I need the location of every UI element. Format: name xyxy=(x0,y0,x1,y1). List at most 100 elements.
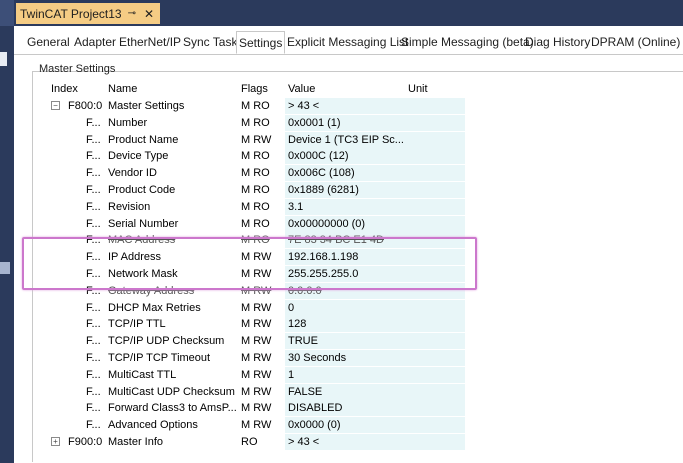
cell-flags: M RW xyxy=(241,301,272,314)
cell-value[interactable]: FALSE xyxy=(288,386,322,398)
cell-value[interactable]: 0x0001 (1) xyxy=(288,117,341,129)
cell-name: TCP/IP TTL xyxy=(108,318,166,331)
left-strip-segment xyxy=(0,0,14,26)
cell-index: F800:0 xyxy=(68,100,103,112)
collapse-icon[interactable]: − xyxy=(51,101,60,110)
table-row[interactable]: F... MultiCast UDP Checksum M RW FALSE xyxy=(48,383,648,400)
cell-flags: M RW xyxy=(241,419,272,432)
value-cell-background xyxy=(285,366,465,383)
table-row[interactable]: + F900:0 Master Info RO > 43 < xyxy=(48,434,648,450)
tab-ethernet-ip[interactable]: EtherNet/IP xyxy=(119,33,181,53)
document-tab-bar: TwinCAT Project13 ⊸ ✕ xyxy=(14,0,683,26)
cell-value[interactable]: TRUE xyxy=(288,335,318,347)
cell-name: Advanced Options xyxy=(108,419,198,432)
table-row[interactable]: F... Revision M RO 3.1 xyxy=(48,198,648,215)
cell-value[interactable]: 0x0000 (0) xyxy=(288,419,341,431)
expand-icon[interactable]: + xyxy=(51,437,60,446)
value-cell-background xyxy=(285,316,465,333)
cell-flags: M RO xyxy=(241,167,270,180)
pin-icon[interactable]: ⊸ xyxy=(128,8,136,19)
settings-content: General Adapter EtherNet/IP Sync Task Se… xyxy=(14,26,683,463)
cell-index: F... xyxy=(86,133,101,146)
cell-name: Master Info xyxy=(108,436,164,448)
cell-flags: M RO xyxy=(241,150,270,163)
cell-index: F... xyxy=(86,402,101,415)
cell-name: Master Settings xyxy=(108,100,185,112)
solution-explorer-edge xyxy=(0,0,14,463)
group-label: Master Settings xyxy=(39,63,116,75)
tab-settings[interactable]: Settings xyxy=(236,31,286,54)
cell-name: Serial Number xyxy=(108,217,179,230)
cell-value[interactable]: Device 1 (TC3 EIP Sc... xyxy=(288,134,404,146)
cell-value[interactable]: 0x1889 (6281) xyxy=(288,184,359,196)
close-icon[interactable]: ✕ xyxy=(144,7,154,21)
table-row[interactable]: F... TCP/IP TTL M RW 128 xyxy=(48,316,648,333)
cell-index: F900:0 xyxy=(68,436,103,448)
cell-value[interactable]: 0x000C (12) xyxy=(288,150,349,162)
cell-name: Vendor ID xyxy=(108,167,157,180)
cell-flags: M RW xyxy=(241,335,272,348)
cell-flags: M RO xyxy=(241,116,270,129)
tab-explicit-messaging-list[interactable]: Explicit Messaging List xyxy=(287,33,408,53)
cell-value[interactable]: 0x00000000 (0) xyxy=(288,218,365,230)
table-row[interactable]: F... TCP/IP TCP Timeout M RW 30 Seconds xyxy=(48,350,648,366)
column-header-value[interactable]: Value xyxy=(288,83,315,95)
tab-adapter[interactable]: Adapter xyxy=(74,33,116,53)
cell-value[interactable]: 0x006C (108) xyxy=(288,167,355,179)
table-row[interactable]: F... Vendor ID M RO 0x006C (108) xyxy=(48,165,648,182)
cell-value[interactable]: > 43 < xyxy=(288,436,319,448)
cell-value[interactable]: 30 Seconds xyxy=(288,352,346,364)
table-row[interactable]: F... Product Name M RW Device 1 (TC3 EIP Sc… xyxy=(48,131,648,148)
cell-flags: M RO xyxy=(241,217,270,230)
tab-dpram-online[interactable]: DPRAM (Online) xyxy=(591,33,680,53)
tab-diag-history[interactable]: Diag History xyxy=(525,33,590,53)
left-strip-segment xyxy=(0,52,7,66)
cell-flags: M RO xyxy=(241,100,270,112)
tab-strip: General Adapter EtherNet/IP Sync Task Se… xyxy=(14,30,683,55)
table-row[interactable]: F... Advanced Options M RW 0x0000 (0) xyxy=(48,417,648,434)
column-header-index[interactable]: Index xyxy=(51,83,78,95)
table-row[interactable]: F... DHCP Max Retries M RW 0 xyxy=(48,299,648,316)
cell-value[interactable]: 0 xyxy=(288,302,294,314)
column-header-name[interactable]: Name xyxy=(108,83,137,95)
table-row[interactable]: F... Number M RO 0x0001 (1) xyxy=(48,114,648,131)
cell-flags: M RW xyxy=(241,318,272,331)
cell-name: Product Name xyxy=(108,133,179,146)
document-tab-title: TwinCAT Project13 xyxy=(20,6,122,21)
tab-simple-messaging[interactable]: Simple Messaging (beta) xyxy=(401,33,534,53)
cell-name: Number xyxy=(108,116,148,129)
cell-value[interactable]: 1 xyxy=(288,369,294,381)
table-row[interactable]: F... Serial Number M RO 0x00000000 (0) xyxy=(48,215,648,232)
tab-general[interactable]: General xyxy=(27,33,70,53)
table-row[interactable]: F... TCP/IP UDP Checksum M RW TRUE xyxy=(48,333,648,350)
cell-name: Device Type xyxy=(108,150,169,163)
cell-value[interactable]: 3.1 xyxy=(288,201,303,213)
cell-name: Forward Class3 to AmsP... xyxy=(108,402,237,415)
cell-index: F... xyxy=(86,167,101,180)
table-row[interactable]: F... Device Type M RO 0x000C (12) xyxy=(48,148,648,165)
cell-flags: M RW xyxy=(241,402,272,415)
cell-index: F... xyxy=(86,200,101,213)
table-row[interactable]: F... Forward Class3 to AmsP... M RW DISABLE… xyxy=(48,400,648,417)
cell-flags: M RO xyxy=(241,200,270,213)
cell-value[interactable]: 128 xyxy=(288,318,306,330)
cell-name: MultiCast UDP Checksum xyxy=(108,385,235,398)
table-row[interactable]: F... MultiCast TTL M RW 1 xyxy=(48,366,648,383)
column-header-unit[interactable]: Unit xyxy=(408,83,428,95)
highlight-annotation xyxy=(22,237,477,290)
column-header-flags[interactable]: Flags xyxy=(241,83,268,95)
cell-index: F... xyxy=(86,419,101,432)
cell-index: F... xyxy=(86,184,101,196)
table-row[interactable]: − F800:0 Master Settings M RO > 43 < xyxy=(48,98,648,114)
cell-value[interactable]: > 43 < xyxy=(288,100,319,112)
grid-header: Index Name Flags Value Unit xyxy=(48,82,448,98)
cell-flags: M RW xyxy=(241,385,272,398)
document-tab[interactable]: TwinCAT Project13 ⊸ ✕ xyxy=(16,3,160,24)
cell-index: F... xyxy=(86,150,101,163)
cell-value[interactable]: DISABLED xyxy=(288,402,342,414)
cell-name: DHCP Max Retries xyxy=(108,301,201,314)
cell-name: TCP/IP TCP Timeout xyxy=(108,352,211,364)
tab-sync-task[interactable]: Sync Task xyxy=(183,33,237,53)
table-row[interactable]: F... Product Code M RO 0x1889 (6281) xyxy=(48,182,648,198)
cell-index: F... xyxy=(86,116,101,129)
